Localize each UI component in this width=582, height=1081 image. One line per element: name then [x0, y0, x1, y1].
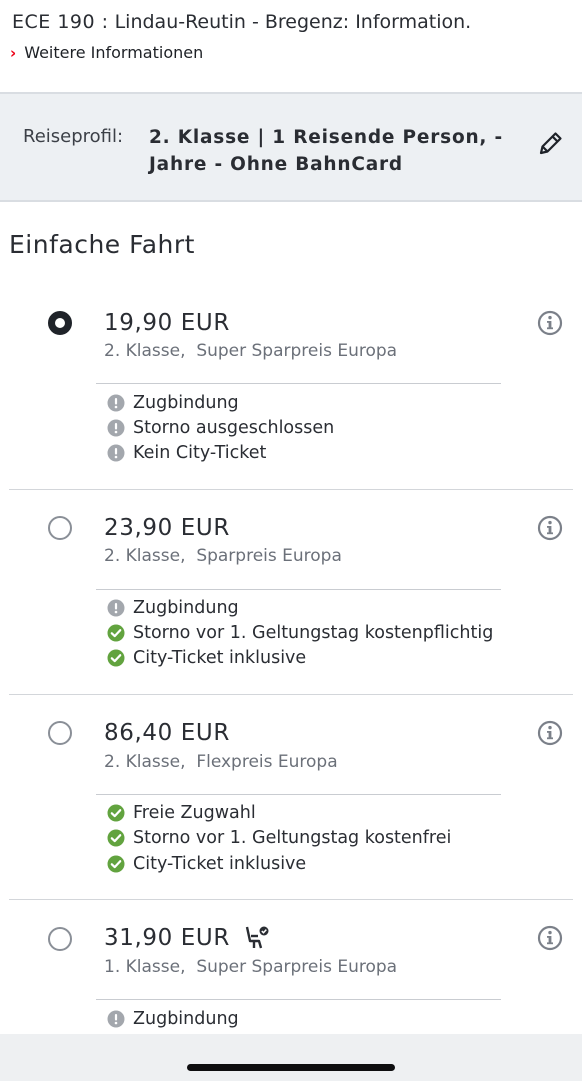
offer-class: 1. Klasse, — [104, 957, 186, 977]
feature-item: Zugbindung — [107, 598, 239, 618]
offer-fare-name: Super Sparpreis Europa — [196, 341, 398, 361]
feature-item: Storno vor 1. Geltungstag kostenpflichti… — [107, 623, 493, 643]
train-id: ECE 190 : — [12, 11, 109, 33]
feature-item: City-Ticket inklusive — [107, 854, 306, 874]
offer-fare-name: Sparpreis Europa — [196, 546, 342, 566]
profile-value-line-2: Jahre - Ohne BahnCard — [149, 154, 403, 175]
check-icon — [107, 649, 125, 667]
divider — [9, 899, 573, 900]
offer-class: 2. Klasse, — [104, 752, 186, 772]
offer-price: 23,90 EUR — [104, 515, 230, 541]
offer-price: 31,90 EUR — [104, 925, 230, 951]
divider — [96, 794, 501, 795]
more-info-link[interactable]: › Weitere Informationen — [10, 43, 203, 62]
seat-reservation-icon — [245, 926, 269, 949]
divider — [96, 383, 501, 384]
check-icon — [107, 624, 125, 642]
info-icon[interactable] — [537, 515, 563, 541]
offer-fare-name: Flexpreis Europa — [196, 752, 338, 772]
chevron-right-icon: › — [10, 43, 17, 62]
offer-fare-name: Super Sparpreis Europa — [196, 957, 398, 977]
profile-label: Reiseprofil: — [23, 126, 124, 147]
feature-text: Storno vor 1. Geltungstag kostenfrei — [133, 828, 452, 848]
train-title: ECE 190 : Lindau-Reutin - Bregenz: Infor… — [12, 11, 471, 33]
radio-button[interactable] — [48, 927, 72, 951]
profile-value-line-1: 2. Klasse | 1 Reisende Person, - — [149, 127, 503, 148]
offer-fare: 2. Klasse, Sparpreis Europa — [104, 546, 342, 566]
feature-text: City-Ticket inklusive — [133, 854, 307, 874]
feature-item: Zugbindung — [107, 393, 239, 413]
warning-icon — [107, 599, 125, 617]
divider — [96, 589, 501, 590]
divider — [96, 999, 501, 1000]
offer-fare: 2. Klasse, Flexpreis Europa — [104, 752, 338, 772]
info-icon[interactable] — [537, 310, 563, 336]
warning-icon — [107, 1010, 125, 1028]
radio-button[interactable] — [48, 721, 72, 745]
feature-text: Freie Zugwahl — [133, 803, 256, 823]
feature-text: Storno ausgeschlossen — [133, 418, 335, 438]
feature-text: Zugbindung — [133, 1009, 239, 1029]
feature-item: Kein City-Ticket — [107, 443, 266, 463]
check-icon — [107, 829, 125, 847]
radio-button[interactable] — [48, 516, 72, 540]
warning-icon — [107, 394, 125, 412]
offer-fare: 2. Klasse, Super Sparpreis Europa — [104, 341, 397, 361]
offer-fare: 1. Klasse, Super Sparpreis Europa — [104, 957, 397, 977]
route-name: Lindau-Reutin - Bregenz: Information. — [114, 11, 472, 33]
offer-price: 19,90 EUR — [104, 310, 230, 336]
feature-item: Freie Zugwahl — [107, 803, 256, 823]
feature-item: Storno vor 1. Geltungstag kostenfrei — [107, 828, 451, 848]
offer-price: 86,40 EUR — [104, 720, 230, 746]
more-info-label: Weitere Informationen — [24, 43, 204, 62]
info-icon[interactable] — [537, 925, 563, 951]
feature-item: Zugbindung — [107, 1009, 239, 1029]
feature-text: Zugbindung — [133, 393, 239, 413]
info-icon[interactable] — [537, 720, 563, 746]
feature-item: Storno ausgeschlossen — [107, 418, 334, 438]
pencil-icon[interactable] — [536, 128, 566, 158]
feature-text: Storno vor 1. Geltungstag kostenpflichti… — [133, 623, 494, 643]
warning-icon — [107, 419, 125, 437]
divider — [9, 489, 573, 490]
offer-class: 2. Klasse, — [104, 546, 186, 566]
warning-icon — [107, 444, 125, 462]
feature-text: Kein City-Ticket — [133, 443, 267, 463]
offer-class: 2. Klasse, — [104, 341, 186, 361]
feature-text: Zugbindung — [133, 598, 239, 618]
profile-value: 2. Klasse | 1 Reisende Person, - Jahre -… — [149, 124, 509, 178]
feature-text: City-Ticket inklusive — [133, 648, 307, 668]
check-icon — [107, 804, 125, 822]
home-indicator[interactable] — [187, 1064, 395, 1071]
section-title: Einfache Fahrt — [9, 230, 195, 259]
check-icon — [107, 855, 125, 873]
divider — [9, 694, 573, 695]
bottom-bar — [0, 1034, 582, 1081]
feature-item: City-Ticket inklusive — [107, 648, 306, 668]
header: ECE 190 : Lindau-Reutin - Bregenz: Infor… — [0, 0, 582, 92]
radio-button-selected[interactable] — [48, 311, 72, 335]
travel-profile[interactable]: Reiseprofil: 2. Klasse | 1 Reisende Pers… — [0, 92, 582, 202]
